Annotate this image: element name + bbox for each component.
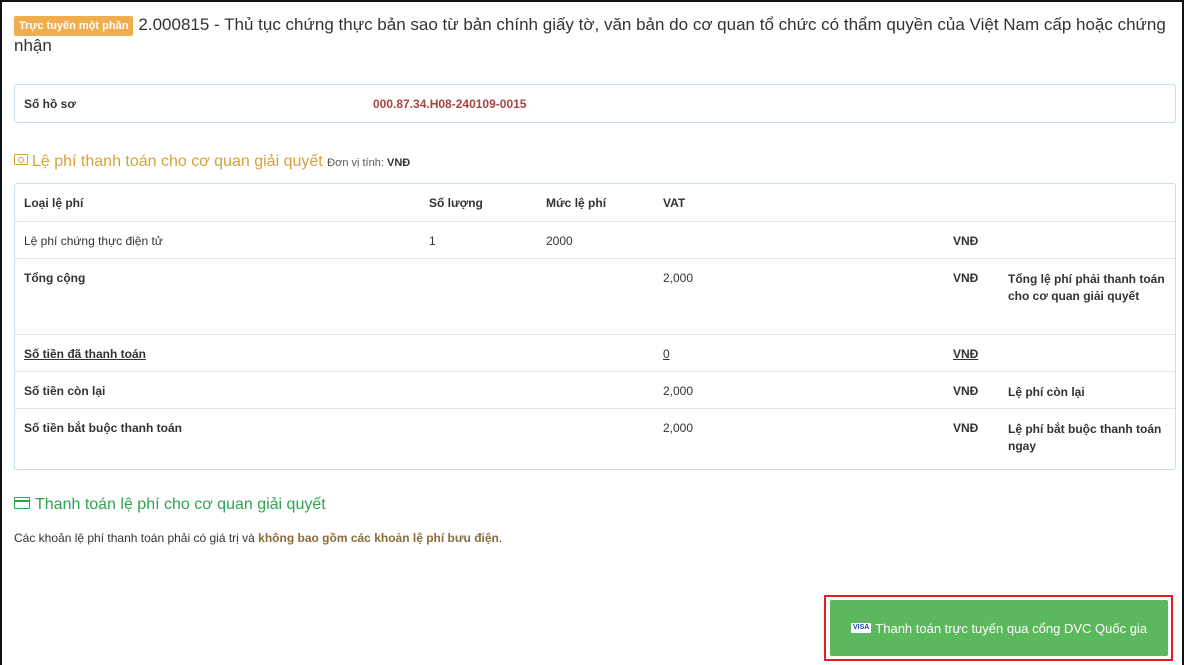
paid-amount-value-link[interactable]: 0 [654, 334, 944, 372]
fee-table-header: Loại lệ phí Số lượng Mức lệ phí VAT [15, 184, 1175, 222]
note-cell: Lệ phí còn lại [999, 371, 1175, 409]
remaining-label: Số tiền còn lại [15, 371, 420, 409]
file-number-label: Số hồ sơ [24, 97, 76, 111]
frame-top-border [0, 0, 1184, 2]
currency-cell: VNĐ [944, 371, 999, 409]
column-header-fee-amount: Mức lệ phí [537, 184, 654, 222]
column-header-vat: VAT [654, 184, 944, 222]
payment-description: Các khoản lệ phí thanh toán phải có giá … [14, 531, 502, 545]
fee-amount-cell [537, 334, 654, 372]
remaining-amount: 2,000 [654, 371, 944, 409]
total-amount: 2,000 [654, 258, 944, 335]
unit-value: VNĐ [386, 157, 411, 169]
fee-type-cell: Lệ phí chứng thực điện tử [15, 221, 420, 259]
fee-amount-cell: 2000 [537, 221, 654, 259]
column-header-note [999, 184, 1175, 222]
table-row: Số tiền còn lại 2,000 VNĐ Lệ phí còn lại [15, 371, 1175, 409]
column-header-quantity: Số lượng [420, 184, 537, 222]
column-header-fee-type: Loại lệ phí [15, 184, 420, 222]
payment-description-end: . [498, 531, 503, 545]
quantity-cell [420, 409, 537, 466]
fee-amount-cell [537, 258, 654, 335]
required-payment-label: Số tiền bắt buộc thanh toán [24, 421, 182, 435]
fee-amount-cell [537, 409, 654, 466]
visa-card-icon: VISA [850, 623, 872, 633]
procedure-heading: Trực tuyến một phần 2.000815 - Thủ tục ch… [14, 15, 1174, 55]
table-row: Số tiền bắt buộc thanh toán 2,000 VNĐ Lệ… [15, 409, 1175, 466]
table-row: Lệ phí chứng thực điện tử 1 2000 VNĐ [15, 221, 1175, 259]
currency-cell: VNĐ [944, 221, 999, 259]
note-cell: Tổng lệ phí phải thanh toán cho cơ quan … [999, 258, 1175, 335]
table-row: Tổng cộng 2,000 VNĐ Tổng lệ phí phải tha… [15, 258, 1175, 335]
paid-amount-link[interactable]: Số tiền đã thanh toán [15, 334, 420, 372]
currency-cell: VNĐ [944, 258, 999, 335]
quantity-cell: 1 [420, 221, 537, 259]
fee-amount-cell [537, 371, 654, 409]
vat-cell [654, 221, 944, 259]
note-cell: Lệ phí bắt buộc thanh toán ngay [1008, 422, 1162, 453]
payment-section-title: Thanh toán lệ phí cho cơ quan giải quyết [14, 496, 326, 514]
paid-currency-link[interactable]: VNĐ [944, 334, 999, 372]
online-payment-button[interactable]: VISA Thanh toán trực tuyến qua cổng DVC … [830, 600, 1168, 656]
unit-of-measure: Đơn vị tính: VNĐ [327, 157, 410, 169]
currency-cell: VNĐ [953, 421, 979, 435]
quantity-cell [420, 334, 537, 372]
total-label: Tổng cộng [15, 258, 420, 335]
online-level-badge: Trực tuyến một phần [14, 16, 134, 36]
procedure-title: 2.000815 - Thủ tục chứng thực bản sao từ… [14, 15, 1166, 55]
payment-description-text: Các khoản lệ phí thanh toán phải có giá … [14, 531, 255, 545]
unit-label: Đơn vị tính: [327, 157, 384, 169]
required-payment-amount: 2,000 [663, 421, 694, 435]
money-icon [14, 154, 28, 165]
column-header-currency [944, 184, 999, 222]
quantity-cell [420, 371, 537, 409]
file-number-value: 000.87.34.H08-240109-0015 [373, 97, 527, 111]
payment-description-emphasis: không bao gồm các khoản lệ phí bưu điện [258, 531, 499, 545]
quantity-cell [420, 258, 537, 335]
table-row: Số tiền đã thanh toán 0 VNĐ [15, 334, 1175, 372]
frame-left-border [0, 0, 2, 665]
note-cell [999, 221, 1175, 259]
file-number-panel: Số hồ sơ 000.87.34.H08-240109-0015 [14, 84, 1176, 123]
payment-section-title-text: Thanh toán lệ phí cho cơ quan giải quyết [35, 496, 326, 513]
fee-section-title: Lệ phí thanh toán cho cơ quan giải quyết… [14, 153, 410, 171]
fee-section-title-text: Lệ phí thanh toán cho cơ quan giải quyết [32, 153, 323, 170]
fee-table: Loại lệ phí Số lượng Mức lệ phí VAT Lệ p… [15, 184, 1175, 466]
credit-card-icon [14, 497, 30, 509]
online-payment-button-label: Thanh toán trực tuyến qua cổng DVC Quốc … [875, 620, 1148, 636]
note-cell [999, 334, 1175, 372]
fee-table-panel: Loại lệ phí Số lượng Mức lệ phí VAT Lệ p… [14, 183, 1176, 470]
